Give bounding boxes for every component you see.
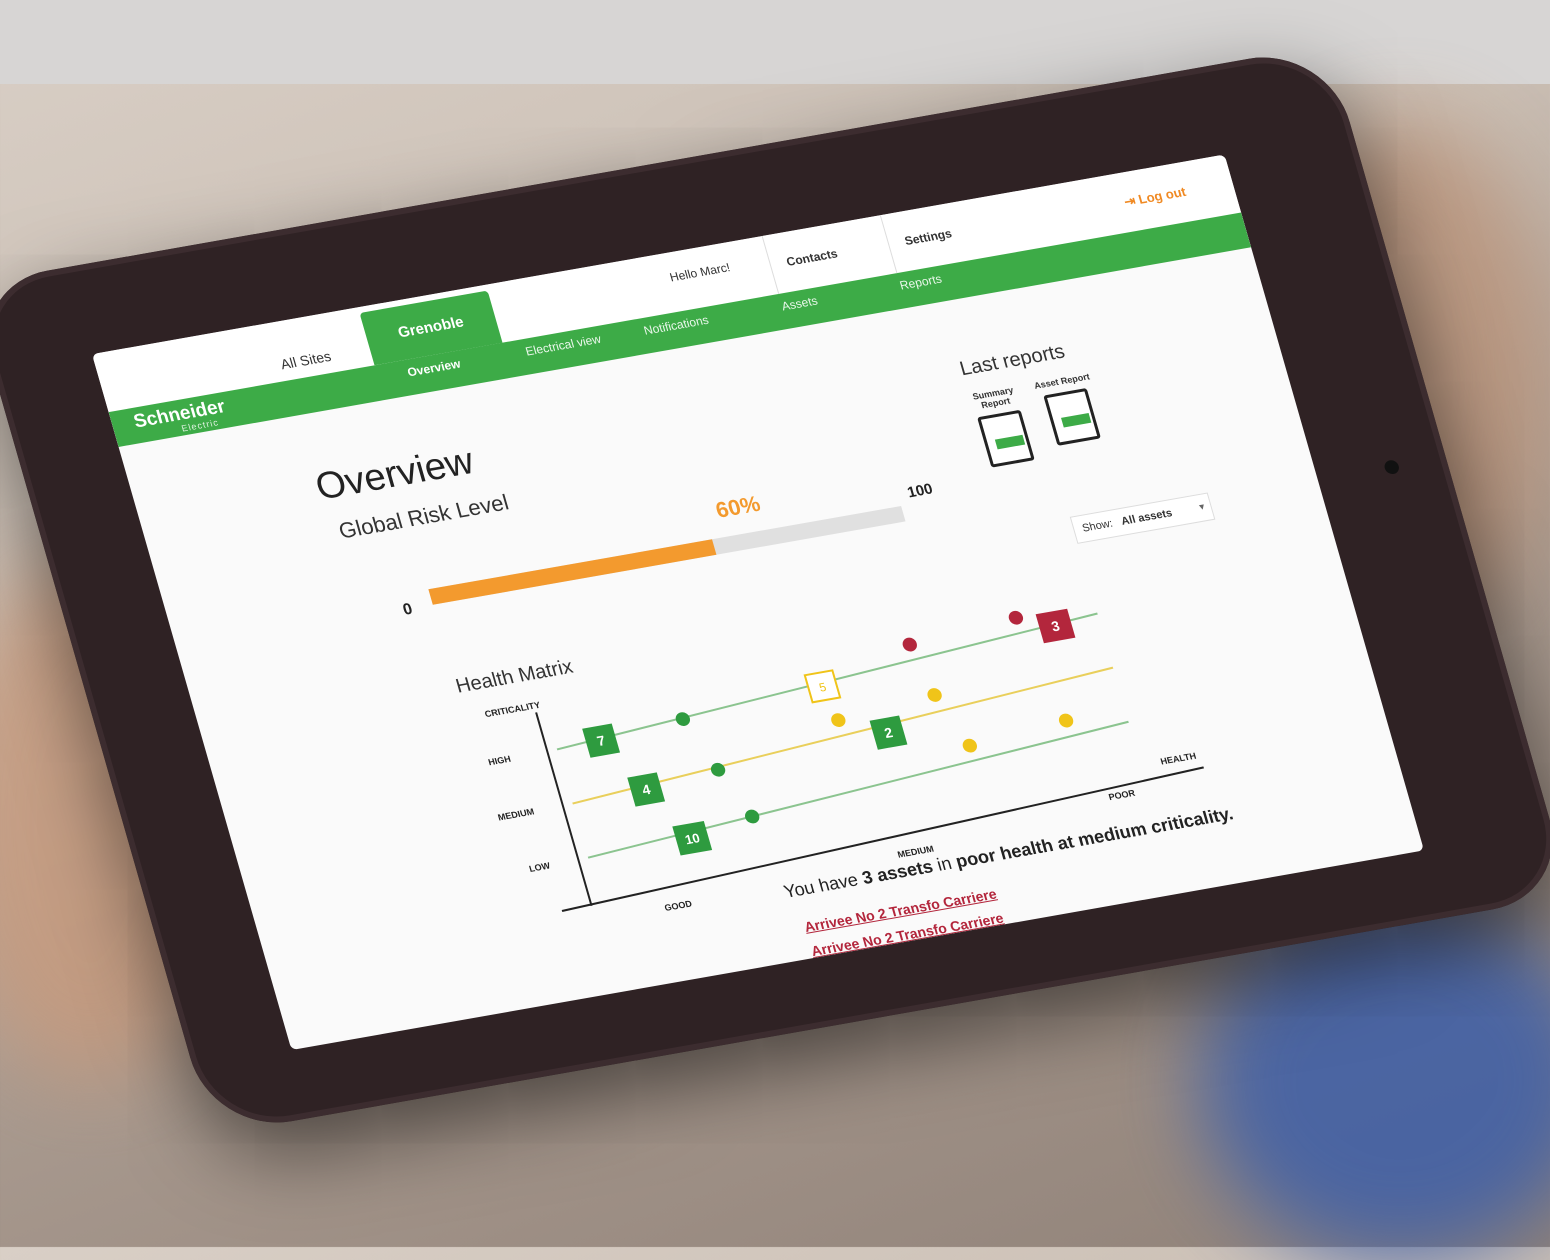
camera-icon bbox=[1382, 459, 1401, 476]
filter-label: Show: bbox=[1080, 517, 1115, 535]
greeting: Hello Marc! bbox=[668, 260, 732, 285]
pdf-icon bbox=[977, 409, 1035, 468]
summary-mid: in bbox=[934, 853, 954, 875]
y-level-medium: MEDIUM bbox=[497, 807, 536, 823]
risk-bar bbox=[428, 505, 906, 605]
risk-max: 100 bbox=[905, 480, 935, 502]
matrix-cell-high-medium[interactable]: 5 bbox=[803, 669, 842, 704]
y-level-low: LOW bbox=[528, 861, 552, 874]
asset-report[interactable]: Asset Report bbox=[1031, 371, 1109, 447]
y-axis-label: CRITICALITY bbox=[484, 700, 542, 719]
top-band bbox=[0, 0, 1550, 84]
status-dot-medium bbox=[927, 688, 942, 702]
status-dot-medium bbox=[962, 738, 977, 753]
asset-filter-select[interactable]: Show: All assets ▾ bbox=[1069, 492, 1216, 544]
y-level-high: HIGH bbox=[487, 754, 512, 768]
app-screen: Schneider Electric All Sites Grenoble Ov… bbox=[91, 154, 1425, 1051]
status-dot-good bbox=[675, 712, 691, 726]
status-dot-medium bbox=[831, 713, 846, 727]
pdf-icon bbox=[1043, 387, 1102, 446]
risk-min: 0 bbox=[401, 600, 415, 619]
risk-value: 60% bbox=[712, 490, 764, 523]
status-dot-good bbox=[710, 762, 726, 777]
matrix-cell-high-poor[interactable]: 3 bbox=[1035, 608, 1076, 644]
status-dot-medium bbox=[1058, 713, 1074, 728]
risk-bar-fill bbox=[428, 539, 717, 605]
x-level-good: GOOD bbox=[663, 898, 693, 912]
matrix-cell-low-good[interactable]: 10 bbox=[672, 821, 713, 856]
x-axis-label: HEALTH bbox=[1159, 751, 1197, 767]
pdf-badge bbox=[994, 434, 1026, 450]
summary-report[interactable]: Summary Report bbox=[962, 383, 1043, 469]
y-axis-line bbox=[535, 712, 593, 906]
status-dot-good bbox=[745, 809, 760, 824]
filter-value: All assets bbox=[1119, 507, 1174, 528]
background-blur bbox=[1200, 900, 1550, 1260]
status-dot-poor bbox=[1008, 610, 1024, 625]
pdf-badge bbox=[1061, 412, 1092, 428]
logout-label: Log out bbox=[1136, 184, 1188, 207]
summary-report-label: Summary Report bbox=[971, 384, 1015, 411]
reports-title: Last reports bbox=[957, 340, 1068, 381]
chevron-down-icon: ▾ bbox=[1197, 501, 1206, 513]
logout-button[interactable]: ⇥ Log out bbox=[1116, 163, 1194, 232]
matrix-cell-medium-good[interactable]: 4 bbox=[627, 772, 666, 807]
matrix-cell-high-good[interactable]: 7 bbox=[582, 723, 621, 758]
x-level-poor: POOR bbox=[1107, 788, 1136, 802]
status-dot-poor bbox=[902, 637, 917, 652]
